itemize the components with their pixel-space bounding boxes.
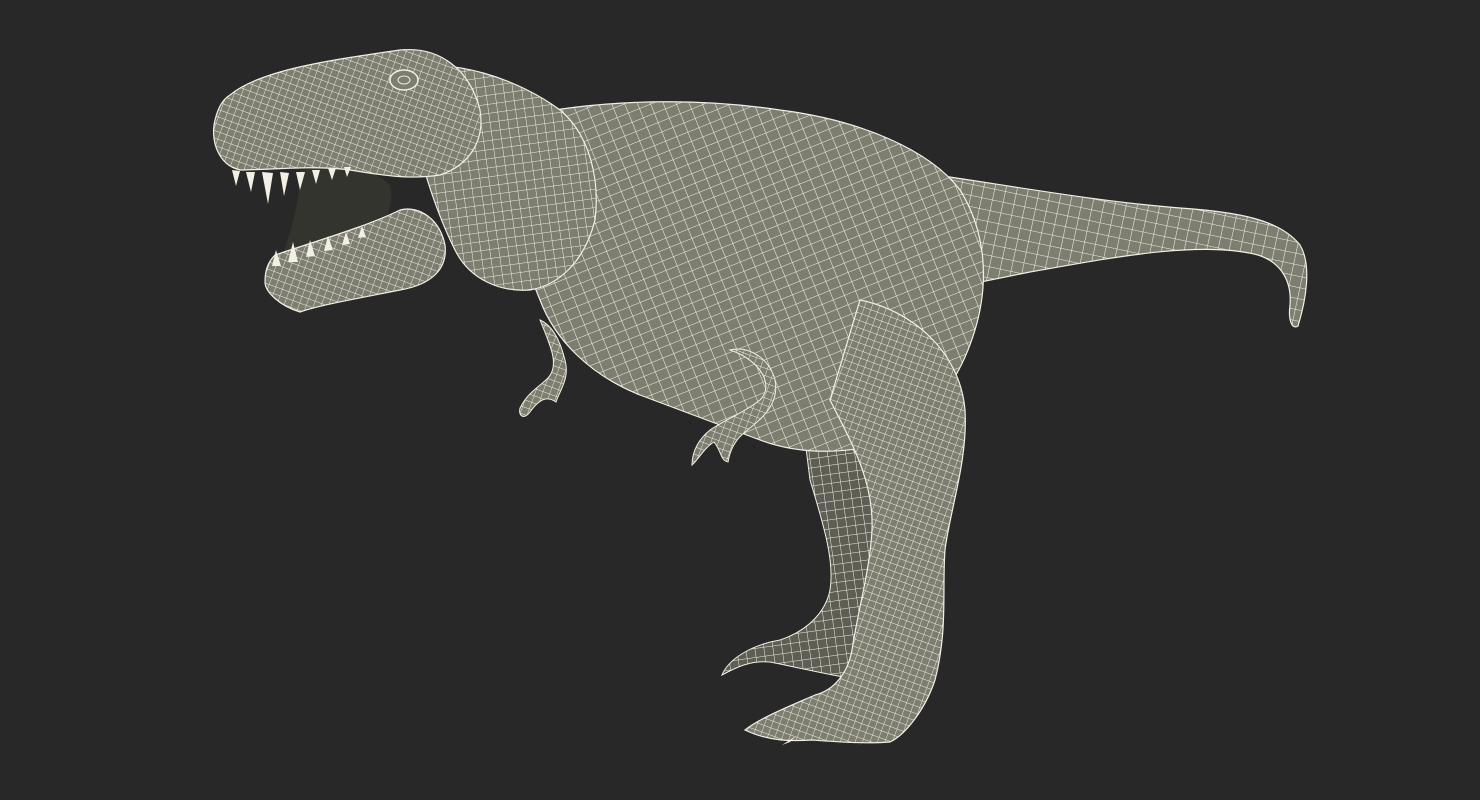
- 3d-viewport[interactable]: [0, 0, 1480, 800]
- model-render: [213, 48, 1308, 747]
- eye: [389, 69, 419, 91]
